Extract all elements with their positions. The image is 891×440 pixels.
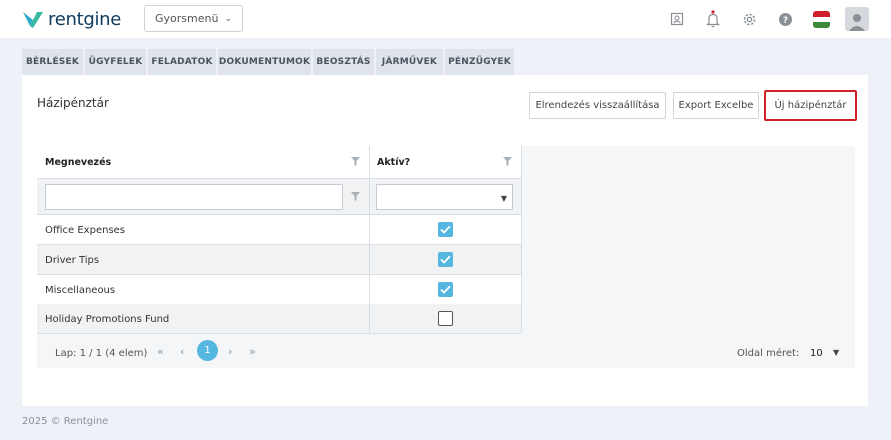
column-divider	[369, 146, 370, 333]
user-avatar-icon[interactable]	[845, 7, 869, 31]
active-checkbox-checked[interactable]	[438, 252, 453, 267]
name-filter-input[interactable]	[45, 184, 343, 210]
table-row[interactable]: Office Expenses	[37, 215, 521, 245]
gear-icon[interactable]	[739, 9, 759, 29]
column-header-name-label: Megnevezés	[45, 156, 112, 168]
column-divider	[521, 146, 522, 333]
prev-page-icon[interactable]: ‹	[180, 345, 184, 358]
active-checkbox-checked[interactable]	[438, 222, 453, 237]
filter-icon[interactable]	[351, 192, 360, 204]
chevron-down-icon[interactable]: ▼	[833, 348, 839, 357]
tab-beosztas[interactable]: BEOSZTÁS	[313, 49, 374, 75]
active-checkbox-unchecked[interactable]	[438, 311, 453, 326]
reset-layout-button[interactable]: Elrendezés visszaállítása	[529, 92, 666, 119]
first-page-icon[interactable]: «	[157, 345, 164, 358]
export-excel-button[interactable]: Export Excelbe	[673, 92, 759, 119]
tab-penzugyek[interactable]: PÉNZÜGYEK	[445, 49, 514, 75]
data-grid: Megnevezés Aktív? ▼ Office Expenses Driv…	[37, 146, 855, 368]
page-size-select[interactable]: 10	[810, 348, 823, 359]
footer-copyright: 2025 © Rentgine	[22, 416, 109, 427]
page-title: Házipénztár	[37, 96, 109, 110]
filter-row: ▼	[37, 179, 521, 215]
content-panel: Házipénztár Elrendezés visszaállítása Ex…	[22, 75, 868, 406]
table-row[interactable]: Holiday Promotions Fund	[37, 304, 521, 334]
last-page-icon[interactable]: »	[249, 345, 256, 358]
filter-icon[interactable]	[503, 157, 512, 169]
top-bar: rentgine Gyorsmenü ⌄ ?	[0, 0, 891, 38]
tab-feladatok[interactable]: FELADATOK	[148, 49, 216, 75]
cell-name: Driver Tips	[45, 254, 100, 266]
grid-table: Megnevezés Aktív? ▼ Office Expenses Driv…	[37, 146, 522, 334]
active-checkbox-checked[interactable]	[438, 282, 453, 297]
page-size-label: Oldal méret:	[737, 348, 800, 359]
dropdown-arrow-icon: ▼	[500, 194, 507, 203]
cell-name: Holiday Promotions Fund	[45, 313, 170, 325]
tab-berlesek[interactable]: BÉRLÉSEK	[22, 49, 83, 75]
column-header-active[interactable]: Aktív?	[369, 146, 521, 179]
help-icon[interactable]: ?	[775, 9, 795, 29]
next-page-icon[interactable]: ›	[228, 345, 232, 358]
quickmenu-label: Gyorsmenü	[155, 12, 219, 25]
contact-card-icon[interactable]	[667, 9, 687, 29]
bell-icon[interactable]	[703, 9, 723, 29]
rentgine-logo-icon	[23, 12, 43, 28]
logo[interactable]: rentgine	[22, 7, 121, 31]
cell-name: Miscellaneous	[45, 284, 116, 296]
new-cashbox-button[interactable]: Új házipénztár	[764, 90, 857, 121]
main-tabs: BÉRLÉSEK ÜGYFELEK FELADATOK DOKUMENTUMOK…	[22, 49, 514, 75]
svg-text:?: ?	[782, 16, 787, 26]
logo-text: rentgine	[48, 8, 122, 30]
column-header-active-label: Aktív?	[377, 156, 411, 168]
table-row[interactable]: Driver Tips	[37, 245, 521, 275]
page-number-button[interactable]: 1	[197, 340, 218, 361]
filter-icon[interactable]	[351, 157, 360, 169]
hungarian-flag-icon[interactable]	[811, 9, 831, 29]
tab-jarmuvek[interactable]: JÁRMŰVEK	[376, 49, 443, 75]
table-row[interactable]: Miscellaneous	[37, 275, 521, 305]
chevron-down-icon: ⌄	[224, 13, 232, 24]
quickmenu-dropdown[interactable]: Gyorsmenü ⌄	[144, 5, 243, 32]
pager: Lap: 1 / 1 (4 elem) « ‹ 1 › » Oldal mére…	[37, 338, 855, 368]
tab-ugyfelek[interactable]: ÜGYFELEK	[85, 49, 146, 75]
column-header-name[interactable]: Megnevezés	[37, 146, 369, 179]
tab-dokumentumok[interactable]: DOKUMENTUMOK	[218, 49, 311, 75]
cell-name: Office Expenses	[45, 224, 126, 236]
active-filter-select[interactable]: ▼	[376, 184, 513, 210]
pager-info: Lap: 1 / 1 (4 elem)	[55, 348, 148, 359]
